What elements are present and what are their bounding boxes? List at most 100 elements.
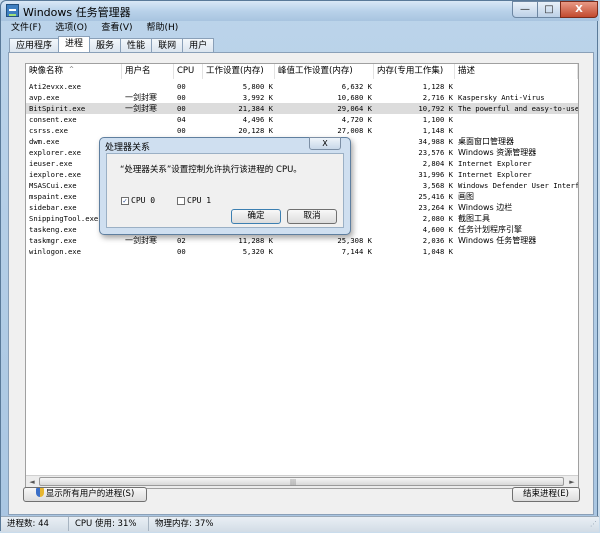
- cell-desc: 桌面窗口管理器: [458, 137, 514, 146]
- cell-ws: 20,128 K: [238, 126, 273, 135]
- status-process-count: 进程数: 44: [1, 517, 69, 531]
- column-image-name[interactable]: 映像名称 ^: [26, 64, 122, 79]
- close-button[interactable]: X: [560, 1, 598, 18]
- cell-desc: Kaspersky Anti-Virus: [458, 93, 545, 102]
- tab-networking[interactable]: 联网: [151, 38, 184, 52]
- cell-desc: Windows 边栏: [458, 203, 513, 212]
- process-list[interactable]: 映像名称 ^ 用户名 CPU 工作设置(内存) 峰值工作设置(内存) 内存(专用…: [25, 63, 579, 489]
- cell-desc: 截图工具: [458, 214, 490, 223]
- cell-priv: 2,716 K: [422, 93, 453, 102]
- menu-file[interactable]: 文件(F): [11, 21, 41, 35]
- menu-options[interactable]: 选项(O): [55, 21, 87, 35]
- cell-name: avp.exe: [29, 93, 60, 102]
- status-cpu-usage: CPU 使用: 31%: [69, 517, 149, 531]
- ok-button[interactable]: 确定: [231, 209, 281, 224]
- show-all-users-label: 显示所有用户的进程(S): [45, 489, 135, 499]
- tab-applications[interactable]: 应用程序: [9, 38, 60, 52]
- show-all-users-button[interactable]: 显示所有用户的进程(S): [23, 487, 147, 502]
- dialog-body: “处理器关系”设置控制允许执行该进程的 CPU。 ✓ CPU 0 CPU 1 确…: [106, 153, 344, 228]
- processor-affinity-dialog: 处理器关系 X “处理器关系”设置控制允许执行该进程的 CPU。 ✓ CPU 0…: [99, 137, 351, 235]
- tab-performance[interactable]: 性能: [120, 38, 153, 52]
- scroll-thumb[interactable]: |||: [39, 477, 564, 486]
- end-process-button[interactable]: 结束进程(E): [512, 487, 580, 502]
- cell-desc: 任务计划程序引擎: [458, 225, 522, 234]
- dialog-message: “处理器关系”设置控制允许执行该进程的 CPU。: [120, 165, 302, 175]
- tab-strip: 应用程序 进程 服务 性能 联网 用户: [9, 36, 215, 53]
- table-row[interactable]: Ati2evxx.exe 00 5,800 K 6,632 K 1,128 K: [26, 81, 578, 92]
- cell-peak: 10,680 K: [337, 93, 372, 102]
- menu-view[interactable]: 查看(V): [101, 21, 132, 35]
- column-working-set[interactable]: 工作设置(内存): [203, 64, 275, 79]
- cell-cpu: 00: [177, 93, 186, 102]
- cpu1-checkbox[interactable]: CPU 1: [177, 196, 211, 205]
- cell-desc: Windows Defender User Interface: [458, 181, 578, 190]
- cell-peak: 29,064 K: [337, 104, 372, 113]
- cell-cpu: 00: [177, 247, 186, 256]
- table-row[interactable]: winlogon.exe 00 5,320 K 7,144 K 1,048 K: [26, 246, 578, 257]
- cell-cpu: 00: [177, 82, 186, 91]
- cell-user: 一剑封寒: [125, 93, 157, 102]
- cell-desc: 画图: [458, 192, 474, 201]
- task-manager-window: Windows 任务管理器 — □ X 文件(F) 选项(O) 查看(V) 帮助…: [0, 0, 599, 532]
- cell-ws: 5,800 K: [242, 82, 273, 91]
- cell-desc: Windows 任务管理器: [458, 236, 537, 245]
- task-manager-icon: [6, 4, 19, 17]
- cell-ws: 3,992 K: [242, 93, 273, 102]
- cell-priv: 1,128 K: [422, 82, 453, 91]
- tab-services[interactable]: 服务: [89, 38, 122, 52]
- cell-priv: 34,988 K: [418, 137, 453, 146]
- cell-cpu: 00: [177, 126, 186, 135]
- dialog-close-button[interactable]: X: [309, 137, 341, 150]
- table-row[interactable]: csrss.exe 00 20,128 K 27,008 K 1,148 K: [26, 125, 578, 136]
- menu-help[interactable]: 帮助(H): [147, 21, 179, 35]
- cell-priv: 2,080 K: [422, 214, 453, 223]
- cell-priv: 3,568 K: [422, 181, 453, 190]
- table-row[interactable]: avp.exe 一剑封寒 00 3,992 K 10,680 K 2,716 K Kaspe…: [26, 92, 578, 103]
- cell-ws: 21,384 K: [238, 104, 273, 113]
- cell-peak: 4,720 K: [341, 115, 372, 124]
- table-row[interactable]: BitSpirit.exe 一剑封寒 00 21,384 K 29,064 K 10,79…: [26, 103, 578, 114]
- cell-ws: 11,288 K: [238, 236, 273, 245]
- column-cpu[interactable]: CPU: [174, 64, 203, 79]
- column-user-name[interactable]: 用户名: [122, 64, 174, 79]
- column-description[interactable]: 描述: [455, 64, 578, 79]
- table-row[interactable]: consent.exe 04 4,496 K 4,720 K 1,100 K: [26, 114, 578, 125]
- cell-ws: 5,320 K: [242, 247, 273, 256]
- cell-peak: 27,008 K: [337, 126, 372, 135]
- cell-name: csrss.exe: [29, 126, 68, 135]
- resize-grip-icon[interactable]: ⋰: [590, 517, 597, 531]
- cell-priv: 23,576 K: [418, 148, 453, 157]
- status-physical-memory: 物理内存: 37%: [155, 519, 214, 529]
- column-private-working-set[interactable]: 内存(专用工作集): [374, 64, 455, 79]
- cell-peak: 7,144 K: [341, 247, 372, 256]
- tab-users[interactable]: 用户: [182, 38, 215, 52]
- cell-priv: 1,148 K: [422, 126, 453, 135]
- scroll-grip-icon: |||: [290, 479, 297, 486]
- minimize-button[interactable]: —: [512, 1, 538, 18]
- window-title: Windows 任务管理器: [23, 6, 131, 19]
- cell-desc: Internet Explorer: [458, 159, 532, 168]
- cell-peak: 25,308 K: [337, 236, 372, 245]
- cell-priv: 2,036 K: [422, 236, 453, 245]
- table-row[interactable]: taskmgr.exe 一剑封寒 02 11,288 K 25,308 K 2,036 K…: [26, 235, 578, 246]
- title-bar[interactable]: Windows 任务管理器 — □ X: [1, 1, 599, 21]
- cell-cpu: 02: [177, 236, 186, 245]
- cell-name: taskmgr.exe: [29, 236, 77, 245]
- cell-priv: 2,804 K: [422, 159, 453, 168]
- tab-processes[interactable]: 进程: [58, 36, 91, 52]
- cell-priv: 25,416 K: [418, 192, 453, 201]
- cancel-button[interactable]: 取消: [287, 209, 337, 224]
- maximize-button[interactable]: □: [537, 1, 561, 18]
- cell-name: BitSpirit.exe: [29, 104, 86, 113]
- cell-ws: 4,496 K: [242, 115, 273, 124]
- uac-shield-icon: [35, 488, 44, 497]
- column-peak-working-set[interactable]: 峰值工作设置(内存): [275, 64, 374, 79]
- cell-user: 一剑封寒: [125, 236, 157, 245]
- cell-user: 一剑封寒: [125, 104, 157, 113]
- cpu0-checkbox[interactable]: ✓ CPU 0: [121, 196, 155, 205]
- cpu0-label: CPU 0: [131, 196, 156, 205]
- cell-priv: 23,264 K: [418, 203, 453, 212]
- sort-ascending-icon: ^: [69, 66, 75, 73]
- cell-priv: 1,048 K: [422, 247, 453, 256]
- cell-priv: 1,100 K: [422, 115, 453, 124]
